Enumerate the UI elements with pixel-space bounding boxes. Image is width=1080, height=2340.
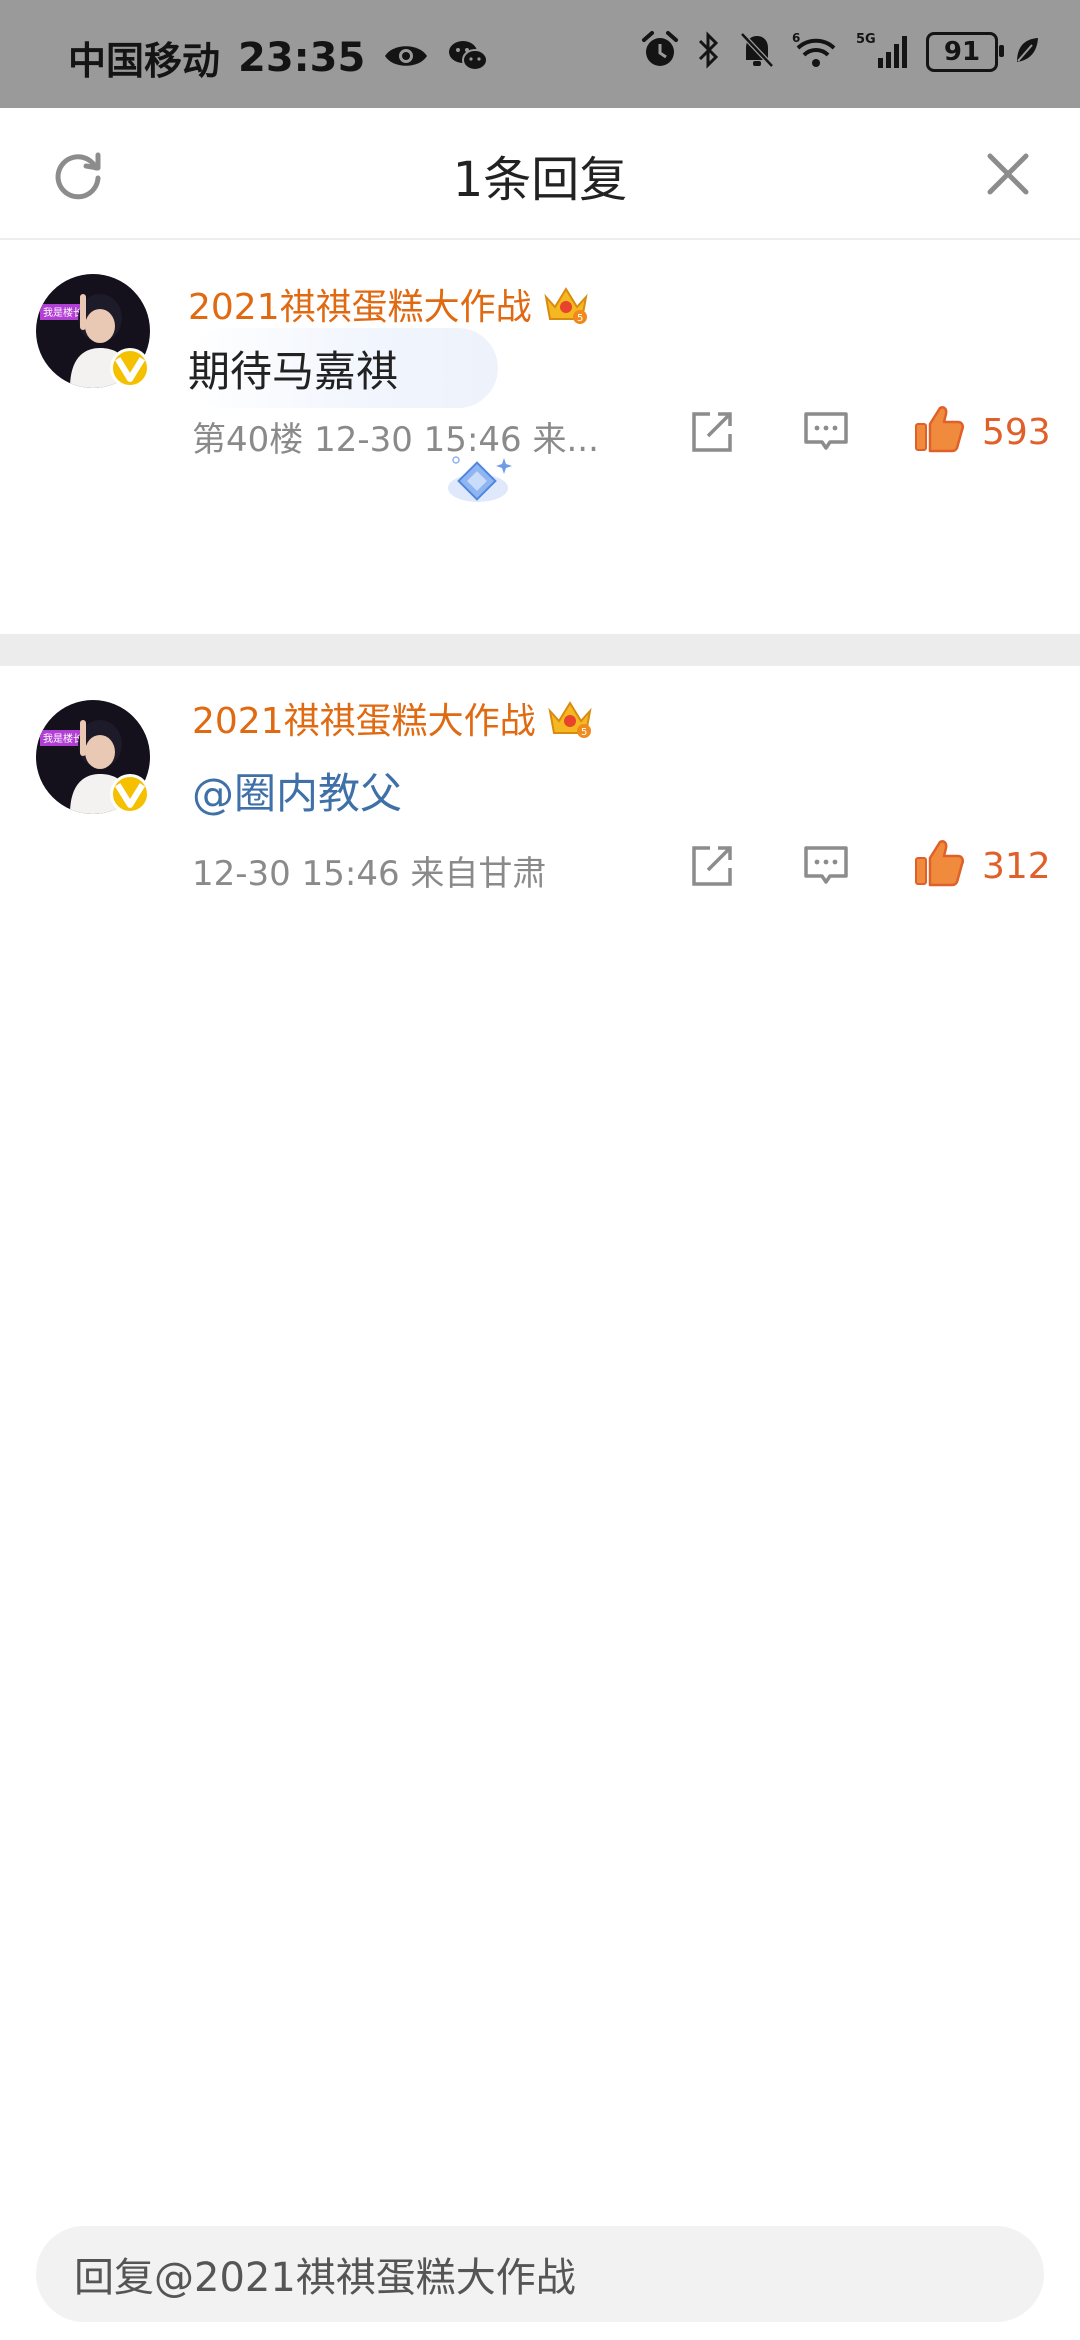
sheet-header: 1条回复 <box>0 108 1080 240</box>
wifi-badge: 6 <box>792 31 800 45</box>
like-count: 312 <box>982 846 1051 887</box>
reply-input[interactable]: 回复@2021祺祺蛋糕大作战 <box>36 2226 1044 2322</box>
avatar[interactable]: 我是楼长 <box>36 700 150 814</box>
comment-item: 我是楼长 2021祺祺蛋糕大作战 5 @圈内教父 12-30 15:46 来自甘… <box>0 666 1080 906</box>
verified-badge-icon <box>110 774 150 814</box>
thumbs-up-icon <box>915 406 965 453</box>
wifi-icon: 6 <box>792 30 840 74</box>
vip-crown-icon: 5 <box>548 701 592 738</box>
svg-text:5: 5 <box>581 727 587 738</box>
battery-level: 91 <box>943 37 981 67</box>
bluetooth-icon <box>696 30 722 74</box>
leaf-icon <box>1014 35 1040 69</box>
comment-button[interactable] <box>802 842 850 890</box>
avatar[interactable]: 我是楼长 <box>36 274 150 388</box>
wechat-icon <box>447 38 489 78</box>
diamond-sparkle-icon <box>448 456 512 502</box>
share-button[interactable] <box>688 842 736 890</box>
status-bar: 中国移动 23:35 6 5G 91 <box>0 0 1080 108</box>
comment-button[interactable] <box>802 408 850 456</box>
network-type: 5G <box>856 32 876 47</box>
verified-badge-icon <box>110 348 150 388</box>
mention-link[interactable]: @圈内教父 <box>192 760 402 821</box>
comment-meta: 12-30 15:46 来自甘肃 <box>192 854 547 894</box>
avatar-badge-text: 我是楼长 <box>43 306 83 319</box>
thumbs-up-icon <box>915 840 965 887</box>
like-count: 593 <box>982 412 1051 453</box>
svg-text:5: 5 <box>577 313 583 324</box>
cellular-signal-icon: 5G <box>856 30 910 74</box>
like-button[interactable] <box>912 836 966 890</box>
comment-username[interactable]: 2021祺祺蛋糕大作战 5 <box>188 278 590 330</box>
like-button[interactable] <box>912 402 966 456</box>
avatar-badge-text: 我是楼长 <box>43 732 83 745</box>
username-text: 2021祺祺蛋糕大作战 <box>192 701 536 742</box>
carrier-label: 中国移动 <box>68 39 221 83</box>
close-icon <box>987 153 1029 195</box>
page-title: 1条回复 <box>452 152 628 208</box>
share-icon <box>692 412 732 452</box>
mute-bell-icon <box>738 30 776 74</box>
section-divider <box>0 634 1080 666</box>
comment-icon <box>804 412 848 450</box>
comment-username[interactable]: 2021祺祺蛋糕大作战 5 <box>192 692 594 744</box>
share-button[interactable] <box>688 408 736 456</box>
comment-icon <box>804 846 848 884</box>
vip-crown-icon: 5 <box>544 287 588 324</box>
battery-indicator: 91 <box>926 32 1004 72</box>
reply-input-placeholder: 回复@2021祺祺蛋糕大作战 <box>74 2255 576 2301</box>
comment-item: 我是楼长 2021祺祺蛋糕大作战 5 期待马嘉祺 第40楼 12-30 15:4… <box>0 238 1080 504</box>
comment-text: 期待马嘉祺 <box>188 347 399 396</box>
close-button[interactable] <box>984 150 1032 198</box>
clock-time: 23:35 <box>238 34 366 81</box>
replies-sheet: 1条回复 我是楼长 2021祺祺蛋糕大作战 5 期待马嘉祺 第40楼 12-30… <box>0 108 1080 2340</box>
username-text: 2021祺祺蛋糕大作战 <box>188 287 532 328</box>
comment-meta: 第40楼 12-30 15:46 来... <box>192 420 599 460</box>
eye-icon <box>383 41 429 75</box>
alarm-icon <box>640 30 680 74</box>
share-icon <box>692 846 732 886</box>
